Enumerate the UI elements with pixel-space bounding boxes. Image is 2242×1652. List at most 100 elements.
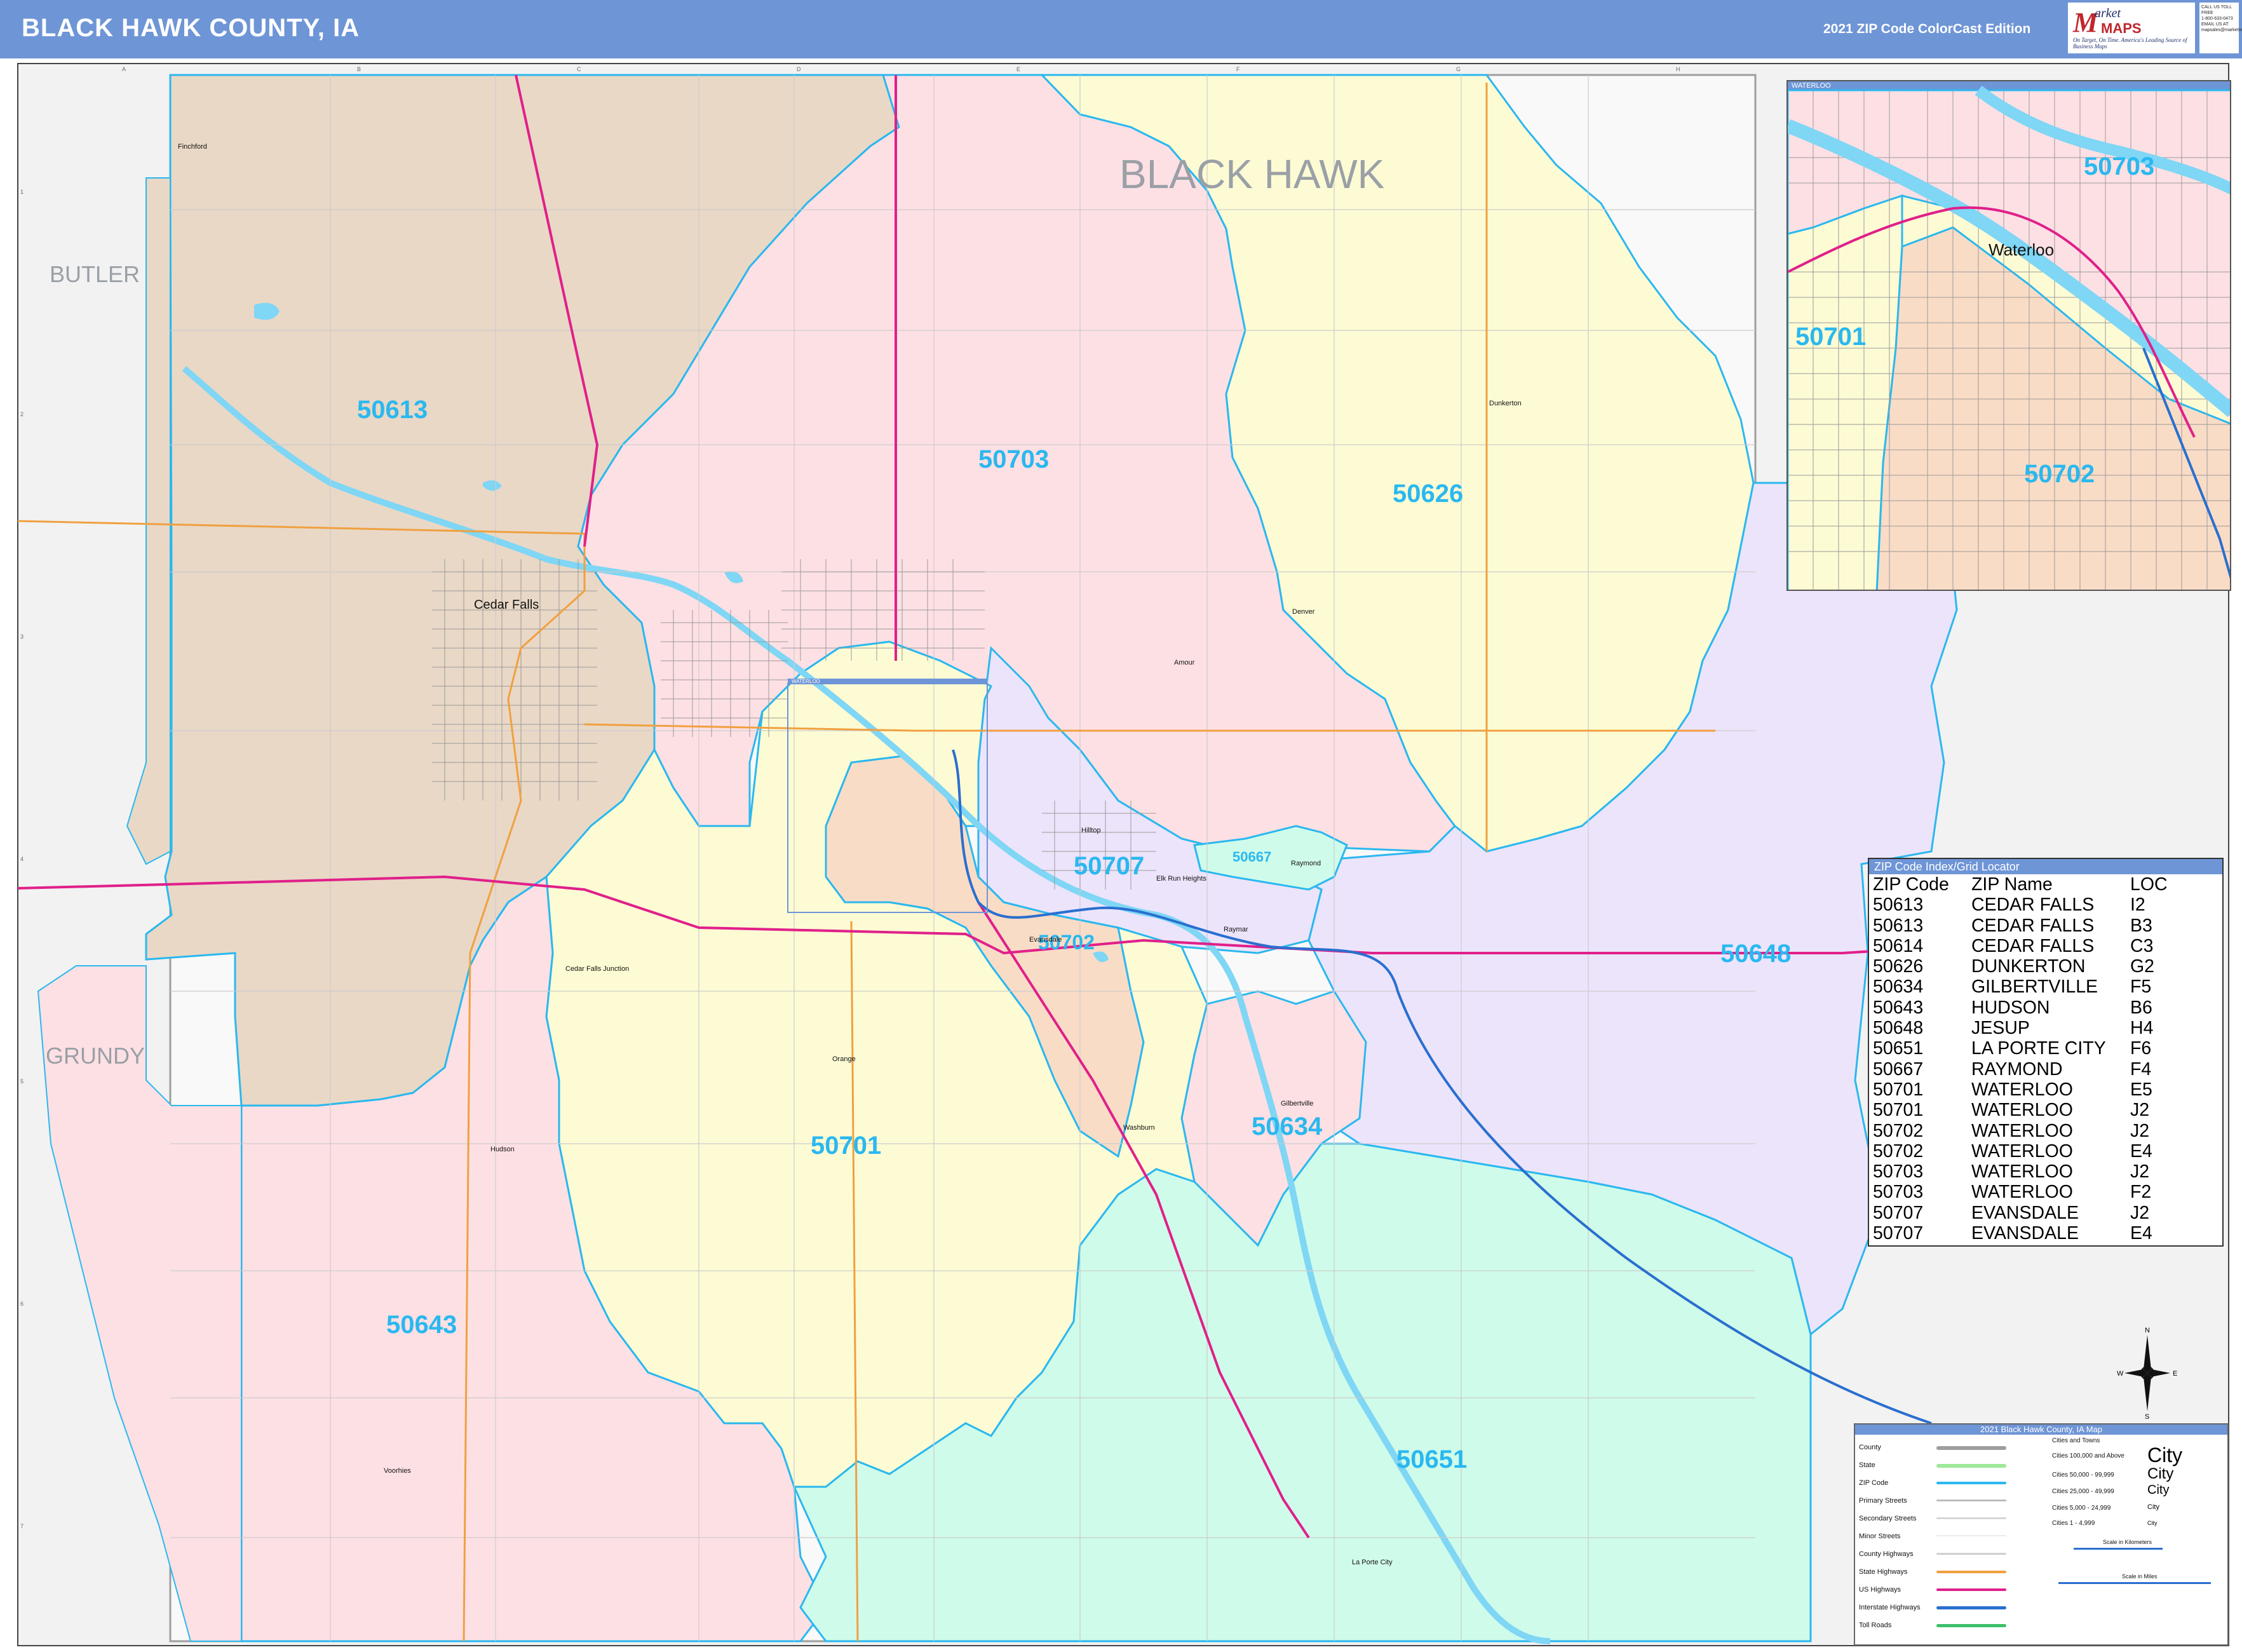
legend-scale-mi-label: Scale in Miles	[2122, 1573, 2158, 1580]
grid-col: D	[797, 66, 801, 72]
legend-scale-mi-bar	[2058, 1582, 2211, 1584]
index-place: LA PORTE CITY	[1971, 1038, 2106, 1059]
legend-swatch-interstate	[1936, 1606, 2006, 1609]
index-row: 50651 LA PORTE CITY F6	[1873, 1038, 2200, 1059]
legend-item: County	[1859, 1444, 1881, 1451]
city-evansdale: Evansdale	[1029, 936, 1062, 944]
grid-col: B	[357, 66, 361, 72]
inset-city-waterloo: Waterloo	[1989, 240, 2055, 259]
grid-row: 5	[20, 1078, 24, 1085]
legend-item: Toll Roads	[1859, 1622, 1892, 1629]
index-zip: 50667	[1873, 1059, 1924, 1080]
index-place: GILBERTVILLE	[1971, 977, 2098, 998]
index-zip: 50613	[1873, 915, 1924, 936]
index-row: 50613 CEDAR FALLS B3	[1873, 916, 2200, 936]
index-row: 50703 WATERLOO F2	[1873, 1182, 2200, 1202]
index-place: CEDAR FALLS	[1971, 915, 2095, 936]
index-title: ZIP Code Index/Grid Locator	[1869, 859, 2222, 874]
index-loc: F4	[2130, 1059, 2152, 1080]
index-row: 50613 CEDAR FALLS I2	[1873, 895, 2200, 915]
zip-label-50643: 50643	[386, 1311, 457, 1339]
legend-swatch-zip	[1936, 1482, 2006, 1484]
index-header: LOC	[2130, 874, 2168, 895]
legend-city-class: Cities 50,000 - 99,999	[2052, 1472, 2114, 1479]
county-label-butler: BUTLER	[50, 261, 140, 287]
index-loc: F5	[2130, 977, 2152, 998]
zip-label-50634: 50634	[1252, 1113, 1323, 1141]
legend-city-class: Cities 1 - 4,999	[2052, 1520, 2095, 1527]
index-row: 50626 DUNKERTON G2	[1873, 956, 2200, 977]
legend-item: County Highways	[1859, 1550, 1914, 1558]
city-cedar-falls-junction: Cedar Falls Junction	[565, 965, 629, 973]
index-place: JESUP	[1971, 1018, 2030, 1039]
legend-city-sample: City	[2147, 1520, 2158, 1526]
legend-city-class: Cities 5,000 - 24,999	[2052, 1505, 2111, 1512]
index-zip: 50643	[1873, 997, 1924, 1018]
index-zip: 50614	[1873, 935, 1924, 956]
legend-swatch-minor	[1936, 1535, 2006, 1536]
grid-col: H	[1676, 66, 1680, 72]
index-row: 50701 WATERLOO J2	[1873, 1100, 2200, 1120]
city-raymond: Raymond	[1291, 860, 1321, 867]
index-header-row: ZIP Code ZIP Name LOC	[1873, 874, 2200, 895]
city-amour: Amour	[1174, 659, 1195, 667]
legend-item: State	[1859, 1461, 1875, 1469]
index-zip: 50634	[1873, 977, 1924, 998]
city-hudson: Hudson	[490, 1146, 515, 1153]
index-zip: 50703	[1873, 1161, 1924, 1182]
city-gilbertville: Gilbertville	[1281, 1100, 1313, 1107]
index-zip: 50701	[1873, 1100, 1924, 1121]
legend-item: Minor Streets	[1859, 1533, 1901, 1540]
index-place: CEDAR FALLS	[1971, 895, 2095, 916]
legend-swatch-primary	[1936, 1500, 2006, 1501]
index-row: 50702 WATERLOO J2	[1873, 1121, 2200, 1141]
index-place: EVANSDALE	[1971, 1202, 2079, 1223]
legend-city-sample: City	[2147, 1503, 2159, 1511]
index-place: WATERLOO	[1971, 1079, 2073, 1100]
zip-label-50648: 50648	[1720, 940, 1791, 968]
legend-title: 2021 Black Hawk County, IA Map	[1855, 1425, 2227, 1435]
index-place: WATERLOO	[1971, 1161, 2073, 1182]
legend-swatch-county	[1936, 1446, 2006, 1450]
zip-label-50651: 50651	[1396, 1446, 1467, 1473]
index-loc: H4	[2130, 1018, 2154, 1039]
index-zip: 50702	[1873, 1120, 1924, 1141]
zip-index-table: ZIP Code Index/Grid Locator ZIP Code ZIP…	[1868, 858, 2224, 1247]
index-loc: G2	[2130, 956, 2155, 977]
index-place: WATERLOO	[1971, 1100, 2073, 1121]
county-label-black-hawk: BLACK HAWK	[1119, 151, 1384, 197]
index-row: 50707 EVANSDALE E4	[1873, 1223, 2200, 1243]
index-zip: 50701	[1873, 1079, 1924, 1100]
city-denver: Denver	[1292, 608, 1315, 616]
legend-city-class: Cities 100,000 and Above	[2052, 1452, 2124, 1459]
index-place: EVANSDALE	[1971, 1223, 2079, 1244]
legend-city-sample: City	[2147, 1444, 2183, 1466]
grid-col: E	[1016, 66, 1020, 72]
compass-s: S	[2145, 1413, 2149, 1420]
grid-row: 6	[20, 1301, 24, 1307]
city-finchford: Finchford	[178, 143, 207, 151]
city-voorhies: Voorhies	[384, 1467, 411, 1475]
legend-swatch-county-hwy	[1936, 1553, 2006, 1555]
index-loc: J2	[2130, 1100, 2150, 1121]
legend-scale-km-bar	[2074, 1548, 2163, 1550]
legend-item: State Highways	[1859, 1568, 1908, 1576]
waterloo-inset[interactable]: WATERLOO Waterloo 50703 50701 50702	[1786, 80, 2231, 591]
compass-n: N	[2145, 1327, 2150, 1334]
grid-col: C	[577, 66, 581, 72]
city-washburn: Washburn	[1123, 1124, 1155, 1132]
compass-rose-icon: N S W E	[2117, 1327, 2177, 1420]
index-loc: J2	[2130, 1120, 2150, 1141]
index-row: 50702 WATERLOO E4	[1873, 1141, 2200, 1161]
index-zip: 50626	[1873, 956, 1924, 977]
compass-w: W	[2117, 1370, 2124, 1378]
index-zip: 50648	[1873, 1018, 1924, 1039]
city-cedar-falls: Cedar Falls	[474, 598, 539, 612]
index-loc: F2	[2130, 1182, 2152, 1203]
city-la-porte-city: La Porte City	[1352, 1559, 1393, 1566]
legend-swatch-state-hwy	[1936, 1571, 2006, 1573]
legend-swatch-us-hwy	[1936, 1588, 2006, 1591]
legend-item: Primary Streets	[1859, 1497, 1907, 1505]
legend-swatch-toll	[1936, 1624, 2006, 1627]
inset-zip-label-50703: 50703	[2084, 152, 2155, 180]
